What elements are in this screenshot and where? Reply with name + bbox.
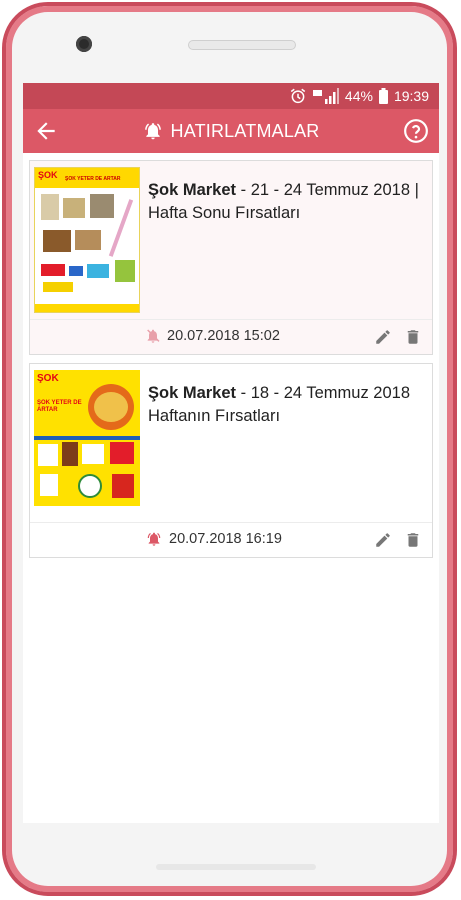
store-name: Şok Market bbox=[148, 181, 237, 199]
delete-icon[interactable] bbox=[404, 531, 422, 549]
card-footer: 20.07.2018 16:19 bbox=[30, 522, 432, 557]
reminder-list: ŞOK ŞOK YETER DE ARTAR Şok Market - 21 -… bbox=[23, 153, 439, 558]
status-bar: 44% 19:39 bbox=[23, 83, 439, 109]
bell-ringing-icon bbox=[144, 123, 161, 140]
reminder-datetime: 20.07.2018 15:02 bbox=[167, 328, 280, 344]
clock: 19:39 bbox=[393, 88, 429, 104]
card-footer: 20.07.2018 15:02 bbox=[30, 319, 432, 354]
page-title: HATIRLATMALAR bbox=[170, 120, 320, 141]
battery-icon bbox=[378, 88, 388, 104]
signal-icon bbox=[312, 88, 339, 104]
flyer-thumbnail[interactable]: ŞOK ŞOK YETER DE ARTAR bbox=[34, 167, 140, 313]
bell-ringing-icon bbox=[147, 532, 161, 546]
app-bar: HATIRLATMALAR bbox=[23, 109, 439, 153]
reminder-card[interactable]: ŞOK ŞOK YETER DE ARTAR Şok Market - 18 - bbox=[29, 363, 433, 558]
battery-percent: 44% bbox=[344, 88, 373, 104]
edit-icon[interactable] bbox=[374, 531, 392, 549]
front-camera bbox=[76, 36, 92, 52]
back-arrow-icon[interactable] bbox=[33, 118, 59, 144]
delete-icon[interactable] bbox=[404, 328, 422, 346]
flyer-logo: ŞOK bbox=[38, 170, 58, 180]
flyer-thumbnail[interactable]: ŞOK ŞOK YETER DE ARTAR bbox=[34, 370, 140, 516]
reminder-card[interactable]: ŞOK ŞOK YETER DE ARTAR Şok Market - 21 -… bbox=[29, 160, 433, 355]
screen: 44% 19:39 HATIRLATMALAR ŞOK ŞOK YETER DE… bbox=[23, 83, 439, 823]
earpiece-speaker bbox=[188, 40, 296, 50]
flyer-banner: ŞOK YETER DE ARTAR bbox=[37, 400, 82, 413]
store-name: Şok Market bbox=[148, 384, 237, 402]
bottom-bezel bbox=[156, 864, 316, 870]
help-icon[interactable] bbox=[403, 118, 429, 144]
reminder-title[interactable]: Şok Market - 21 - 24 Temmuz 2018 | Hafta… bbox=[140, 161, 432, 319]
edit-icon[interactable] bbox=[374, 328, 392, 346]
reminder-datetime: 20.07.2018 16:19 bbox=[169, 531, 282, 547]
flyer-logo: ŞOK bbox=[37, 373, 59, 384]
bell-off-icon bbox=[147, 329, 160, 343]
reminder-title[interactable]: Şok Market - 18 - 24 Temmuz 2018 Haftanı… bbox=[140, 364, 432, 522]
alarm-icon bbox=[290, 88, 306, 104]
flyer-banner: ŞOK YETER DE ARTAR bbox=[65, 176, 121, 182]
